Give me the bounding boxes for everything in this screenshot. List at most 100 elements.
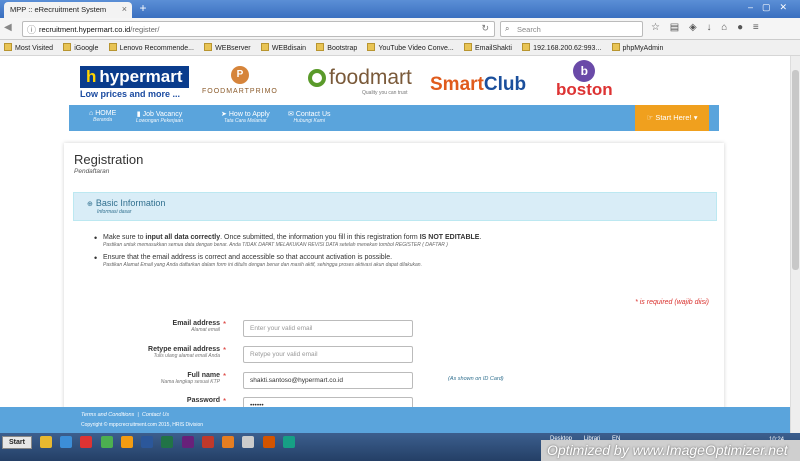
page-scrollbar[interactable] [790,56,800,433]
hypermart-logo: h hypermart Low prices and more ... [80,66,189,99]
required-star: * [223,397,227,406]
outlook-icon[interactable] [262,436,275,448]
search-placeholder: Search [517,25,541,34]
folder-icon [204,43,213,51]
bookmark-item[interactable]: Lenovo Recommende... [108,43,194,52]
page-subtitle: Pendaftaran [74,168,110,175]
nav-contact-us[interactable]: ✉ Contact Us Hubungi Kami [288,110,331,124]
filezilla-icon[interactable] [222,436,235,448]
page-viewport: h hypermart Low prices and more ... P FOO… [0,56,790,433]
bookmark-icon: ▮ [136,111,141,118]
required-star: * [223,346,227,355]
close-tab-icon[interactable]: × [122,4,127,14]
toolbar-icons[interactable]: ☆ ▤ ◈ ↓ ⌂ ● ≡ [651,22,759,33]
bookmark-item[interactable]: Bootstrap [316,43,357,52]
chat-icon[interactable]: ● [737,22,743,33]
outlook-icon [463,43,472,51]
start-button[interactable]: Start [2,436,32,449]
menu-icon[interactable]: ≡ [753,22,759,33]
page-footer: Terms and Conditions | Contact Us Copyri… [0,407,790,433]
chrome-icon[interactable] [100,436,113,448]
smartclub-logo: SmartClub [430,74,527,95]
folder-icon [4,43,12,51]
bookmark-item[interactable]: EmailShakti [463,43,512,52]
main-navigation: ⌂ HOME Beranda ▮ Job Vacancy Lowongan Peke… [69,105,719,131]
download-icon[interactable]: ↓ [706,22,711,33]
full-name-field[interactable] [243,372,413,389]
required-note: * is required (wajib diisi) [635,299,709,306]
paper-plane-icon: ➤ [221,111,227,118]
bookmark-item[interactable]: iGoogle [63,43,98,52]
instruction-item: Make sure to input all data correctly. O… [94,233,704,248]
word-icon[interactable] [141,436,154,448]
basic-info-panel-header: ⊕ Basic Information Informasi dasar [73,192,717,221]
scroll-thumb[interactable] [792,70,799,270]
new-tab-icon[interactable]: + [137,2,149,15]
app-icon[interactable] [282,436,295,448]
excel-icon[interactable] [161,436,174,448]
instructions-list: Make sure to input all data correctly. O… [94,233,704,274]
browser-tab[interactable]: MPP :: eRecruitment System × [4,2,132,18]
browser-toolbar: ◀ ⓘ recruitment.hypermart.co.id/register… [0,18,800,40]
registration-card: Registration Pendaftaran ⊕ Basic Informat… [64,143,724,414]
phpmyadmin-icon [611,43,620,51]
browser-search-box[interactable]: ⌕ Search [500,21,643,37]
terms-link[interactable]: Terms and Conditions [81,412,134,418]
info-icon[interactable]: ⓘ [27,23,36,36]
info-icon: ⊕ [87,201,93,208]
bookmark-item[interactable]: WEBdisain [260,43,306,52]
bookmark-item[interactable]: Most Visited [4,43,53,52]
bookmark-item[interactable]: phpMyAdmin [611,43,663,52]
bookmark-item[interactable]: YouTube Video Conve... [367,43,454,52]
contact-link[interactable]: Contact Us [142,412,169,418]
bookmarks-bar: Most Visited iGoogle Lenovo Recommende..… [0,40,800,56]
opera-icon[interactable] [80,436,93,448]
boston-logo: b boston [556,60,613,100]
url-path: /register/ [130,25,160,34]
id-card-hint: (As shown on ID Card) [448,376,504,382]
nav-how-to-apply[interactable]: ➤ How to Apply Tata Cara Melamar [221,110,270,124]
nav-home[interactable]: ⌂ HOME Beranda [89,110,116,123]
foodmart-primo-logo: P FOODMARTPRIMO [202,66,278,95]
notepad-icon[interactable] [242,436,255,448]
folder-icon [260,43,269,51]
email-field[interactable] [243,320,413,337]
chevron-down-icon: ▾ [691,113,698,122]
home-icon: ⌂ [89,110,94,117]
copyright: Copyright © mppcrecruitment.com 2015, HR… [81,422,204,428]
home-icon[interactable]: ⌂ [721,22,727,33]
browser-tab-bar: MPP :: eRecruitment System × + –▢✕ [0,0,800,18]
instruction-item: Ensure that the email address is correct… [94,253,704,268]
search-icon: ⌕ [505,24,510,33]
firefox-icon[interactable] [120,436,133,448]
url-host: recruitment.hypermart.co.id [39,25,131,34]
window-controls[interactable]: –▢✕ [748,2,796,13]
required-star: * [223,372,227,381]
explorer-icon[interactable] [40,436,52,448]
taskbar-apps [40,436,301,450]
back-icon[interactable]: ◀ [4,22,12,33]
folder-icon [63,43,72,51]
nav-job-vacancy[interactable]: ▮ Job Vacancy Lowongan Pekerjaan [136,110,183,124]
reading-list-icon[interactable]: ▤ [670,22,679,33]
folder-icon [316,43,325,51]
reload-icon[interactable]: ↻ [481,23,489,34]
bookmark-item[interactable]: 192.168.200.62:993... [522,43,601,52]
bookmark-item[interactable]: WEBserver [204,43,251,52]
pdf-icon[interactable] [201,436,214,448]
retype-email-field[interactable] [243,346,413,363]
required-star: * [223,320,227,329]
watermark: Optimized by www.ImageOptimizer.net [541,440,800,461]
visual-studio-icon[interactable] [181,436,194,448]
brand-logos: h hypermart Low prices and more ... P FOO… [0,56,790,105]
ie-icon[interactable] [60,436,73,448]
url-bar[interactable]: ⓘ recruitment.hypermart.co.id/register/ … [22,21,495,37]
youtube-icon [367,43,376,51]
folder-icon [108,43,117,51]
shield-icon[interactable]: ◈ [689,22,697,33]
envelope-icon: ✉ [288,111,294,118]
tab-title: MPP :: eRecruitment System [10,5,107,14]
bookmark-star-icon[interactable]: ☆ [651,22,660,33]
start-here-button[interactable]: ☞ Start Here! ▾ [635,105,709,131]
foodmart-logo: foodmart Quality you can trust [308,66,412,96]
